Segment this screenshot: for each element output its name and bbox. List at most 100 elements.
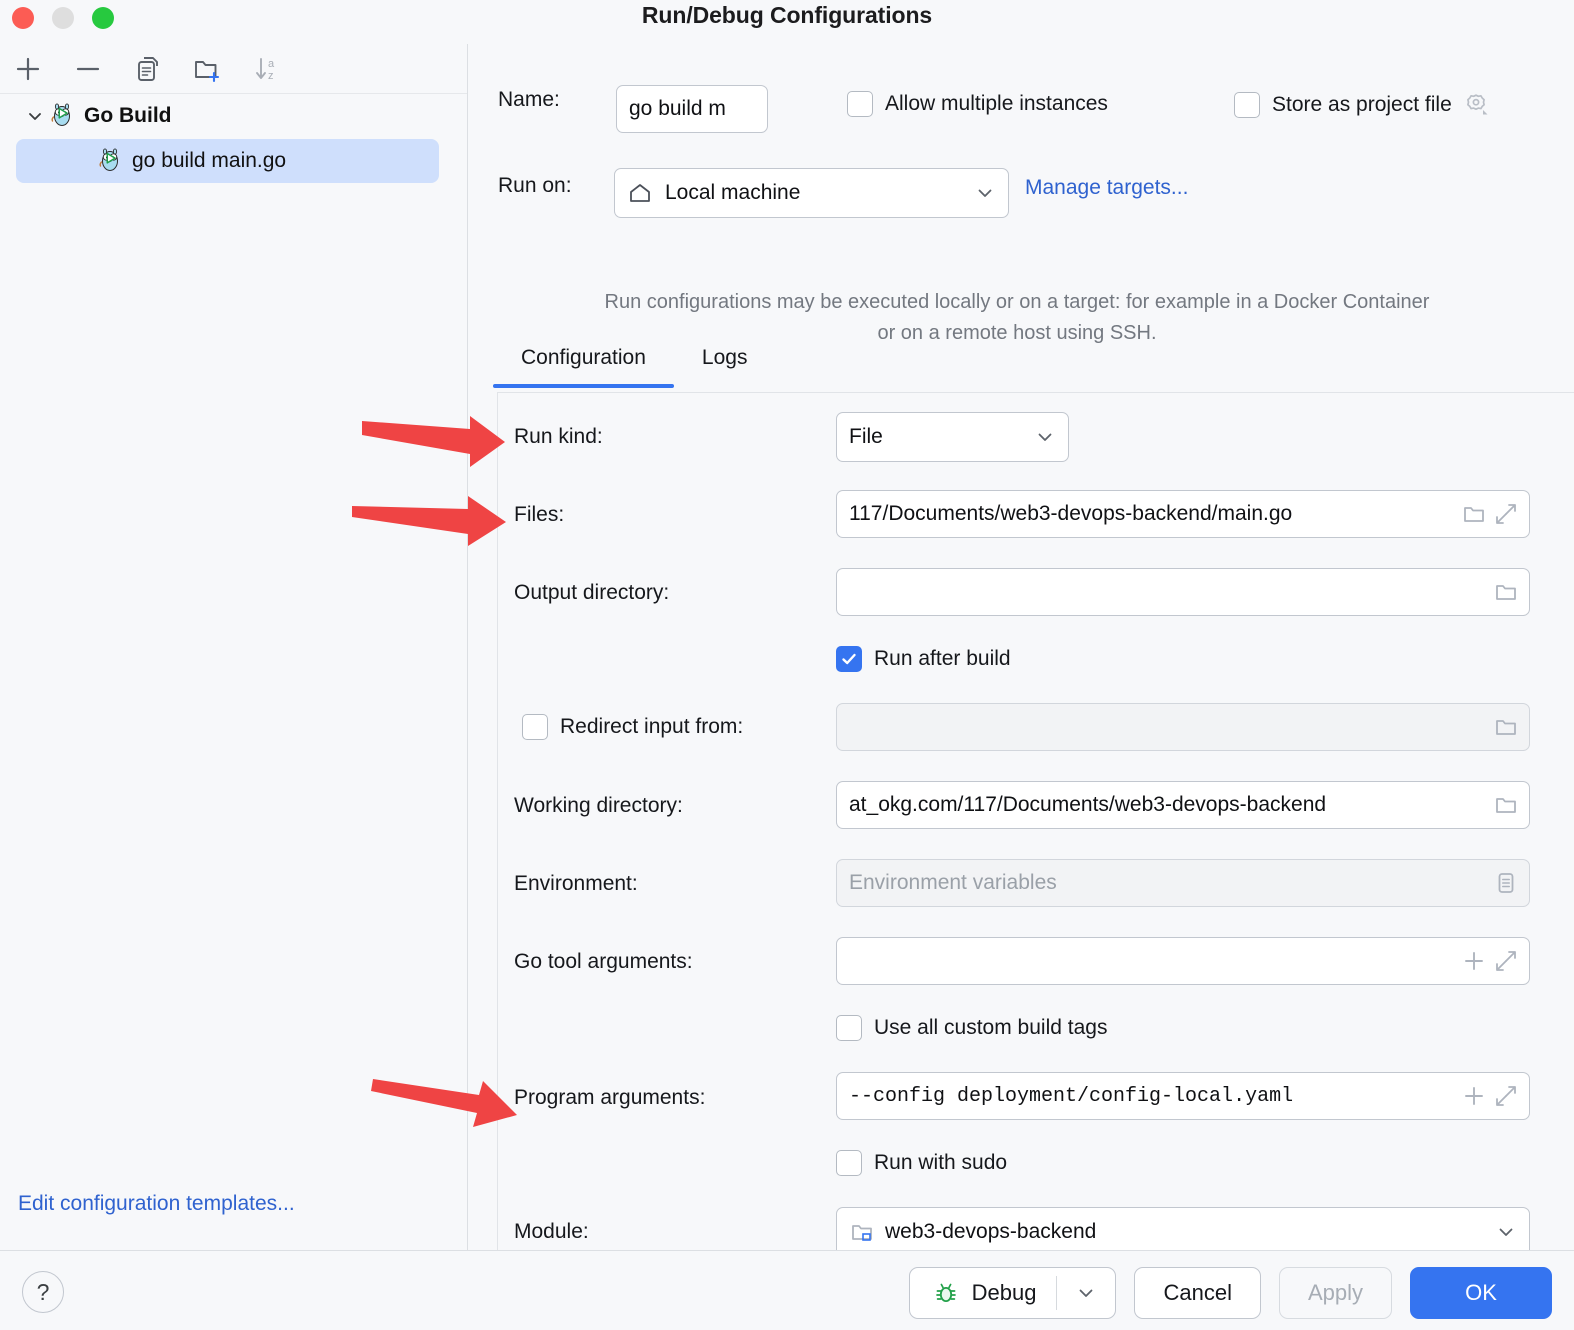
tree-group-go-build[interactable]: Go Build — [0, 95, 467, 137]
chevron-down-icon — [1499, 1228, 1513, 1236]
run-after-build-label: Run after build — [874, 647, 1011, 670]
go-tool-arguments-input[interactable] — [836, 937, 1530, 985]
tree-group-label: Go Build — [84, 104, 172, 127]
program-arguments-value: --config deployment/config-local.yaml — [849, 1084, 1294, 1108]
program-arguments-label: Program arguments: — [514, 1086, 706, 1109]
folder-icon — [1496, 720, 1516, 735]
new-folder-icon — [195, 60, 220, 82]
redirect-input-field[interactable] — [836, 703, 1530, 751]
svg-text:a: a — [268, 58, 275, 70]
store-as-project-file-checkbox[interactable] — [1234, 92, 1260, 118]
program-arguments-row: Program arguments: — [514, 1086, 705, 1110]
gear-icon — [1466, 94, 1488, 115]
ok-button[interactable]: OK — [1410, 1267, 1552, 1319]
tab-logs[interactable]: Logs — [674, 332, 776, 388]
chevron-down-icon[interactable] — [22, 106, 48, 126]
redirect-input-row[interactable]: Redirect input from: — [522, 714, 743, 740]
copy-configuration-button[interactable] — [128, 49, 168, 89]
plus-icon — [1465, 1087, 1483, 1105]
folder-icon — [1496, 585, 1516, 600]
run-debug-configurations-dialog: Run/Debug Configurations a z Go Build go… — [0, 0, 1574, 1330]
run-on-value: Local machine — [665, 181, 801, 204]
remove-configuration-button[interactable] — [68, 49, 108, 89]
program-arguments-input[interactable]: --config deployment/config-local.yaml — [836, 1072, 1530, 1120]
output-directory-row: Output directory: — [514, 581, 669, 605]
name-label: Name: — [498, 88, 560, 111]
working-directory-value: at_okg.com/117/Documents/web3-devops-bac… — [849, 793, 1327, 816]
allow-multiple-instances-row[interactable]: Allow multiple instances — [847, 91, 1108, 117]
allow-multiple-instances-checkbox[interactable] — [847, 91, 873, 117]
environment-row: Environment: — [514, 872, 638, 896]
use-all-custom-build-tags-row[interactable]: Use all custom build tags — [836, 1015, 1107, 1041]
configuration-tabs: Configuration Logs — [493, 332, 775, 388]
sort-alphabetically-button[interactable]: a z — [248, 49, 288, 89]
run-kind-dropdown[interactable]: File — [836, 412, 1069, 462]
edit-configuration-templates-link[interactable]: Edit configuration templates... — [18, 1192, 295, 1216]
add-configuration-button[interactable] — [8, 49, 48, 89]
working-directory-input[interactable]: at_okg.com/117/Documents/web3-devops-bac… — [836, 781, 1530, 829]
redirect-input-label: Redirect input from: — [560, 715, 744, 738]
name-row: Name: — [498, 88, 560, 112]
chevron-down-icon — [1038, 433, 1052, 441]
run-with-sudo-checkbox[interactable] — [836, 1150, 862, 1176]
debug-button[interactable]: Debug — [908, 1267, 1117, 1319]
window-titlebar: Run/Debug Configurations — [0, 0, 1574, 44]
copy-icon — [138, 56, 158, 81]
run-on-row: Run on: — [498, 174, 572, 198]
module-value: web3-devops-backend — [885, 1220, 1097, 1243]
bug-icon — [935, 1283, 956, 1302]
files-expand-button[interactable] — [1493, 501, 1519, 527]
files-input[interactable]: 117/Documents/web3-devops-backend/main.g… — [836, 490, 1530, 538]
files-row: Files: — [514, 503, 564, 527]
tree-item-go-build-main-go[interactable]: go build main.go — [16, 139, 439, 183]
environment-input[interactable]: Environment variables — [836, 859, 1530, 907]
redirect-input-browse-button[interactable] — [1493, 714, 1519, 740]
run-with-sudo-label: Run with sudo — [874, 1151, 1008, 1174]
run-kind-row: Run kind: — [514, 425, 603, 449]
configuration-form: Name: go build m Allow multiple instance… — [469, 44, 1574, 1257]
files-label: Files: — [514, 503, 565, 526]
output-directory-input[interactable] — [836, 568, 1530, 616]
run-kind-label: Run kind: — [514, 425, 603, 448]
module-folder-icon — [852, 1225, 872, 1241]
files-value: 117/Documents/web3-devops-backend/main.g… — [849, 502, 1293, 525]
go-tool-arguments-expand-button[interactable] — [1493, 948, 1519, 974]
files-browse-button[interactable] — [1461, 501, 1487, 527]
cancel-button[interactable]: Cancel — [1134, 1267, 1261, 1319]
working-directory-browse-button[interactable] — [1493, 792, 1519, 818]
chevron-down-icon — [1080, 1289, 1093, 1297]
module-label: Module: — [514, 1220, 589, 1243]
use-all-custom-build-tags-checkbox[interactable] — [836, 1015, 862, 1041]
add-icon — [16, 57, 40, 80]
run-on-dropdown[interactable]: Local machine — [614, 168, 1009, 218]
new-folder-button[interactable] — [188, 49, 228, 89]
dialog-footer: ? Debug Cancel Apply OK — [0, 1250, 1574, 1330]
apply-button[interactable]: Apply — [1278, 1267, 1392, 1319]
plus-icon — [1465, 952, 1483, 970]
run-with-sudo-row[interactable]: Run with sudo — [836, 1150, 1007, 1176]
home-icon — [630, 184, 650, 202]
manage-targets-link[interactable]: Manage targets... — [1025, 176, 1188, 200]
list-editor-icon — [1498, 873, 1514, 893]
run-after-build-checkbox[interactable] — [836, 646, 862, 672]
working-directory-label: Working directory: — [514, 794, 683, 817]
go-tool-arguments-add-macro-button[interactable] — [1461, 948, 1487, 974]
run-after-build-row[interactable]: Run after build — [836, 646, 1011, 672]
go-gopher-icon — [96, 146, 126, 176]
store-as-project-file-settings-button[interactable] — [1462, 91, 1490, 119]
folder-icon — [1496, 798, 1516, 813]
run-kind-value: File — [849, 425, 883, 448]
help-button[interactable]: ? — [22, 1271, 64, 1313]
debug-dropdown-button[interactable] — [1057, 1268, 1115, 1318]
program-arguments-expand-button[interactable] — [1493, 1083, 1519, 1109]
output-directory-browse-button[interactable] — [1493, 579, 1519, 605]
name-input[interactable]: go build m — [616, 85, 768, 133]
use-all-custom-build-tags-label: Use all custom build tags — [874, 1016, 1108, 1039]
environment-editor-button[interactable] — [1493, 870, 1519, 896]
program-arguments-add-macro-button[interactable] — [1461, 1083, 1487, 1109]
name-value: go build m — [629, 97, 726, 120]
redirect-input-checkbox[interactable] — [522, 714, 548, 740]
tab-configuration[interactable]: Configuration — [493, 332, 674, 388]
svg-text:z: z — [268, 70, 274, 82]
store-as-project-file-row[interactable]: Store as project file — [1234, 91, 1490, 119]
